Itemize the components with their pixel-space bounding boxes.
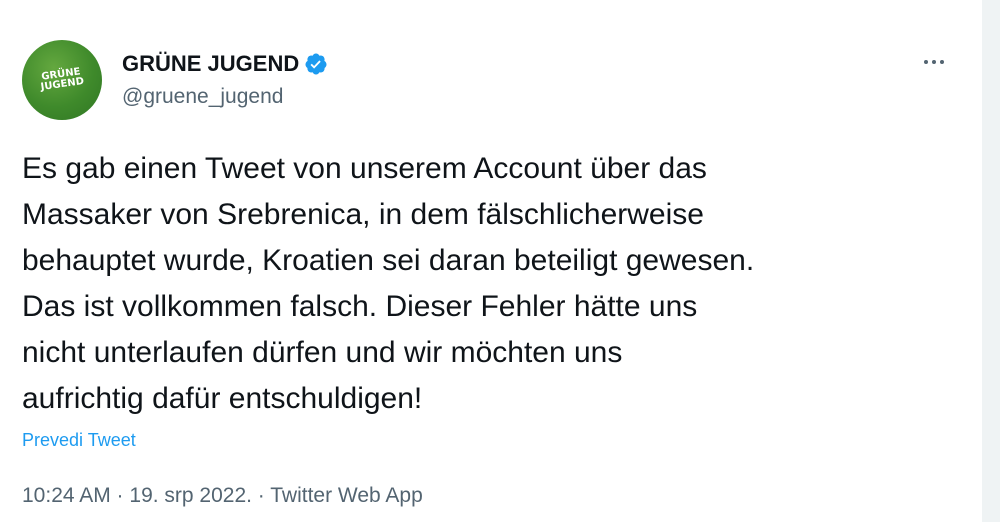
tweet-text-line: aufrichtig dafür entschuldigen! [22,382,423,415]
tweet-text-line: Es gab einen Tweet von unserem Account ü… [22,152,707,185]
more-options-icon [924,60,944,64]
display-name[interactable]: GRÜNE JUGEND [122,51,299,77]
tweet-text: Es gab einen Tweet von unserem Account ü… [22,146,962,422]
tweet-timestamp[interactable]: 10:24 AM · 19. srp 2022. · Twitter Web A… [22,484,423,508]
author-names: GRÜNE JUGEND @gruene_jugend [122,51,328,109]
tweet-text-line: Massaker von Srebrenica, in dem fälschli… [22,198,704,231]
scrollbar-track[interactable] [982,0,1000,522]
more-options-button[interactable] [916,50,952,74]
handle[interactable]: @gruene_jugend [122,85,328,109]
tweet-text-line: Das ist vollkommen falsch. Dieser Fehler… [22,290,698,323]
tweet-text-line: behauptet wurde, Kroatien sei daran bete… [22,244,755,277]
name-row: GRÜNE JUGEND [122,51,328,77]
tweet-header: GRÜNE JUGEND GRÜNE JUGEND @gruene_jugend [22,40,328,120]
tweet-card: GRÜNE JUGEND GRÜNE JUGEND @gruene_jugend… [0,0,1000,522]
avatar[interactable]: GRÜNE JUGEND [22,40,102,120]
avatar-logo: GRÜNE JUGEND [40,66,85,93]
translate-tweet-link[interactable]: Prevedi Tweet [22,430,136,451]
verified-badge-icon [305,53,327,75]
tweet-text-line: nicht unterlaufen dürfen und wir möchten… [22,336,623,369]
